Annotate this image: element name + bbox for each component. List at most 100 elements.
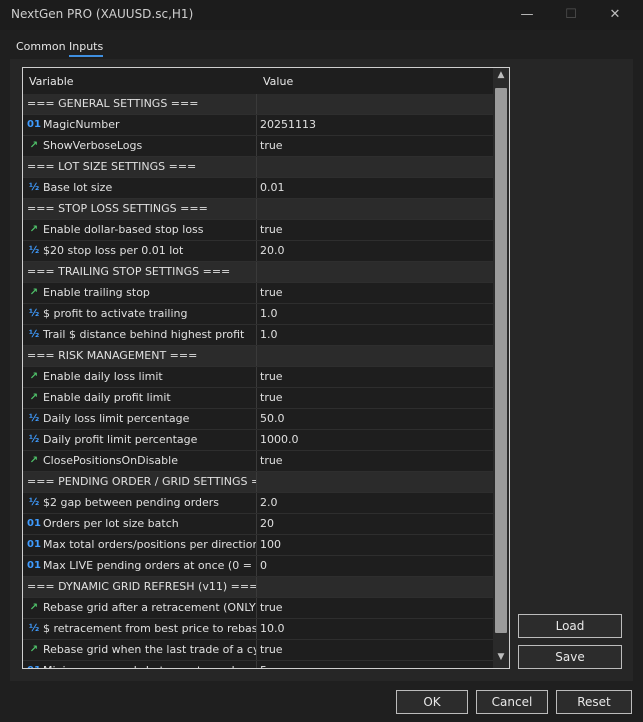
value-cell [257, 577, 493, 597]
value-cell[interactable]: true [257, 220, 493, 240]
value-cell[interactable]: 20 [257, 514, 493, 534]
table-row[interactable]: ↗ Rebase grid after a retracement (ONLY .… [23, 598, 493, 619]
section-row[interactable]: === GENERAL SETTINGS === [23, 94, 493, 115]
scroll-down-icon[interactable]: ▼ [493, 652, 509, 666]
value-text: true [260, 601, 283, 614]
save-button[interactable]: Save [518, 645, 622, 669]
value-cell[interactable]: true [257, 640, 493, 660]
section-label: === TRAILING STOP SETTINGS === [27, 265, 231, 278]
variable-cell: === GENERAL SETTINGS === [23, 94, 257, 114]
value-cell[interactable]: 20.0 [257, 241, 493, 261]
variable-name: ClosePositionsOnDisable [43, 454, 178, 467]
value-cell[interactable]: 1000.0 [257, 430, 493, 450]
variable-cell: === DYNAMIC GRID REFRESH (v11) === [23, 577, 257, 597]
variable-name: Daily profit limit percentage [43, 433, 198, 446]
bool-type-icon: ↗ [29, 392, 39, 403]
variable-cell: ↗ Enable daily profit limit [23, 388, 257, 408]
variable-name: Enable daily loss limit [43, 370, 163, 383]
value-cell[interactable]: true [257, 388, 493, 408]
value-cell[interactable]: 1.0 [257, 304, 493, 324]
value-text: true [260, 391, 283, 404]
table-row[interactable]: ½ Daily profit limit percentage 1000.0 [23, 430, 493, 451]
table-row[interactable]: ½ $2 gap between pending orders 2.0 [23, 493, 493, 514]
value-text: true [260, 286, 283, 299]
value-cell[interactable]: true [257, 136, 493, 156]
variable-name: Max LIVE pending orders at once (0 = un.… [43, 559, 257, 572]
bool-type-icon: ↗ [29, 224, 39, 235]
section-row[interactable]: === TRAILING STOP SETTINGS === [23, 262, 493, 283]
section-row[interactable]: === DYNAMIC GRID REFRESH (v11) === [23, 577, 493, 598]
reset-button[interactable]: Reset [556, 690, 632, 714]
value-cell[interactable]: 0.01 [257, 178, 493, 198]
table-row[interactable]: ↗ Enable daily profit limit true [23, 388, 493, 409]
value-text: 10.0 [260, 622, 285, 635]
table-row[interactable]: ↗ Enable trailing stop true [23, 283, 493, 304]
table-row[interactable]: ½ $20 stop loss per 0.01 lot 20.0 [23, 241, 493, 262]
table-row[interactable]: ½ $ profit to activate trailing 1.0 [23, 304, 493, 325]
table-row[interactable]: ↗ Enable dollar-based stop loss true [23, 220, 493, 241]
int-type-icon: 01 [27, 539, 41, 550]
inputs-grid: Variable Value === GENERAL SETTINGS === 0… [22, 67, 510, 669]
table-row[interactable]: ↗ Enable daily loss limit true [23, 367, 493, 388]
grid-rows: === GENERAL SETTINGS === 01 MagicNumber 202… [23, 94, 493, 668]
value-cell[interactable]: true [257, 367, 493, 387]
value-cell[interactable]: 20251113 [257, 115, 493, 135]
double-type-icon: ½ [28, 497, 40, 508]
table-row[interactable]: ↗ ClosePositionsOnDisable true [23, 451, 493, 472]
value-cell[interactable]: true [257, 283, 493, 303]
variable-name: ShowVerboseLogs [43, 139, 143, 152]
bool-type-icon: ↗ [29, 287, 39, 298]
tab-common[interactable]: Common [16, 40, 66, 53]
column-header-value[interactable]: Value [263, 75, 293, 88]
variable-name: Rebase grid after a retracement (ONLY ..… [43, 601, 257, 614]
table-row[interactable]: ½ Daily loss limit percentage 50.0 [23, 409, 493, 430]
minimize-icon[interactable]: — [516, 4, 538, 26]
bool-type-icon: ↗ [29, 644, 39, 655]
vertical-scrollbar[interactable]: ▲ ▼ [493, 68, 509, 668]
variable-name: $2 gap between pending orders [43, 496, 220, 509]
table-row[interactable]: 01 Max total orders/positions per directi… [23, 535, 493, 556]
value-cell[interactable]: 5 [257, 661, 493, 668]
table-row[interactable]: ↗ Rebase grid when the last trade of a cy… [23, 640, 493, 661]
section-row[interactable]: === LOT SIZE SETTINGS === [23, 157, 493, 178]
variable-cell: === TRAILING STOP SETTINGS === [23, 262, 257, 282]
value-text: true [260, 643, 283, 656]
variable-name: Base lot size [43, 181, 113, 194]
load-button[interactable]: Load [518, 614, 622, 638]
variable-name: $ profit to activate trailing [43, 307, 188, 320]
value-cell [257, 157, 493, 177]
column-header-variable[interactable]: Variable [29, 75, 74, 88]
value-cell[interactable]: 0 [257, 556, 493, 576]
ok-button[interactable]: OK [396, 690, 468, 714]
value-cell[interactable]: true [257, 598, 493, 618]
scrollbar-thumb[interactable] [495, 88, 507, 633]
variable-cell: ½ Daily loss limit percentage [23, 409, 257, 429]
section-row[interactable]: === STOP LOSS SETTINGS === [23, 199, 493, 220]
cancel-button[interactable]: Cancel [476, 690, 548, 714]
table-row[interactable]: 01 Max LIVE pending orders at once (0 = u… [23, 556, 493, 577]
value-text: 50.0 [260, 412, 285, 425]
close-icon[interactable]: ✕ [604, 4, 626, 26]
table-row[interactable]: ½ Trail $ distance behind highest profit 1… [23, 325, 493, 346]
int-type-icon: 01 [27, 119, 41, 130]
scroll-up-icon[interactable]: ▲ [493, 70, 509, 84]
variable-cell: ½ $ retracement from best price to rebase… [23, 619, 257, 639]
table-row[interactable]: ↗ ShowVerboseLogs true [23, 136, 493, 157]
table-row[interactable]: ½ $ retracement from best price to rebase… [23, 619, 493, 640]
section-row[interactable]: === RISK MANAGEMENT === [23, 346, 493, 367]
value-cell[interactable]: 2.0 [257, 493, 493, 513]
tab-inputs[interactable]: Inputs [69, 40, 104, 57]
table-row[interactable]: ½ Base lot size 0.01 [23, 178, 493, 199]
value-cell[interactable]: 10.0 [257, 619, 493, 639]
value-cell[interactable]: true [257, 451, 493, 471]
value-text: 2.0 [260, 496, 278, 509]
table-row[interactable]: 01Minimum seconds between two rebases5 [23, 661, 493, 668]
value-cell[interactable]: 50.0 [257, 409, 493, 429]
value-cell[interactable]: 1.0 [257, 325, 493, 345]
variable-name: Max total orders/positions per direction [43, 538, 257, 551]
table-row[interactable]: 01 MagicNumber 20251113 [23, 115, 493, 136]
value-cell[interactable]: 100 [257, 535, 493, 555]
value-text: 0.01 [260, 181, 285, 194]
table-row[interactable]: 01 Orders per lot size batch 20 [23, 514, 493, 535]
section-row[interactable]: === PENDING ORDER / GRID SETTINGS === [23, 472, 493, 493]
